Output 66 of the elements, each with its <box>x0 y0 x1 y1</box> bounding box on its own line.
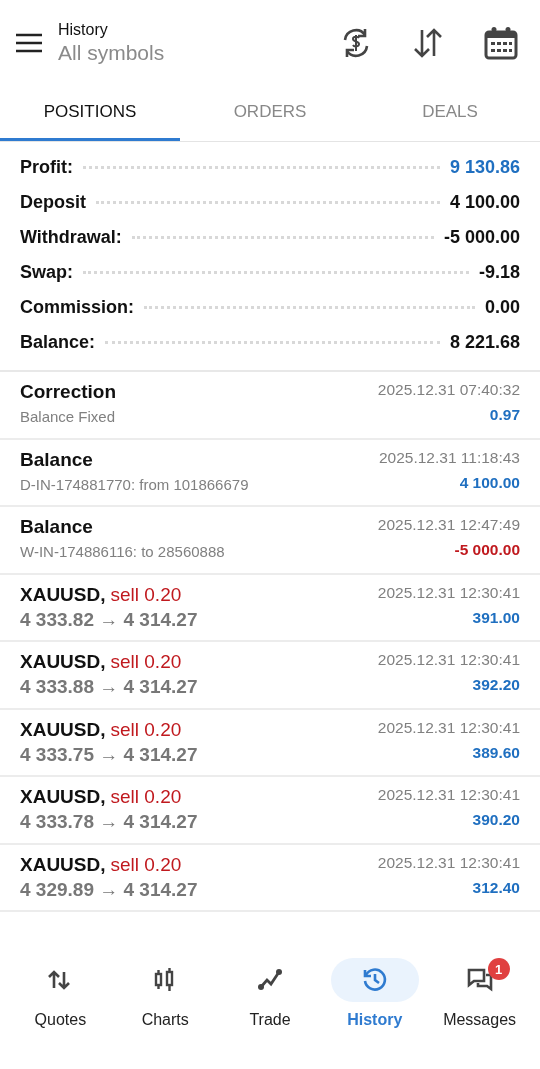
trade-side: sell 0.20 <box>110 786 182 808</box>
deal-type: Correction <box>20 381 117 403</box>
deal-time: 2025.12.31 12:30:41 <box>377 786 520 804</box>
summary-value: -9.18 <box>478 261 520 284</box>
summary-value: 0.00 <box>484 296 520 319</box>
summary-value: -5 000.00 <box>443 226 520 249</box>
deal-time: 2025.12.31 11:18:43 <box>378 448 520 467</box>
deal-amount: 4 100.00 <box>459 473 520 492</box>
summary-label: Swap: <box>20 261 73 284</box>
summary-label: Deposit <box>20 191 86 214</box>
deal-amount: 0.97 <box>489 406 520 424</box>
deal-comment: D-IN-174881770: from 101866679 <box>20 475 249 493</box>
menu-icon[interactable] <box>16 32 42 53</box>
sort-icon[interactable] <box>412 26 444 59</box>
screen-title: History <box>58 20 109 39</box>
tab[interactable]: POSITIONS <box>0 85 180 141</box>
trade-side: sell 0.20 <box>110 651 182 673</box>
deal-comment: Balance Fixed <box>20 408 117 425</box>
deal-amount: 390.20 <box>472 811 520 829</box>
nav-tab[interactable]: History <box>322 958 428 1069</box>
deal-comment: W-IN-174886116: to 28560888 <box>20 543 225 560</box>
nav-tab[interactable]: Quotes <box>8 958 113 1069</box>
price-range: 4 333.82 → 4 314.27 <box>20 608 198 631</box>
deal-amount: -5 000.00 <box>454 541 520 559</box>
summary-label: Profit: <box>20 156 73 179</box>
symbol-name: XAUUSD, <box>20 718 106 741</box>
summary-label: Balance: <box>20 331 96 354</box>
deal-amount: 392.20 <box>472 676 520 694</box>
deal-time: 2025.12.31 12:30:41 <box>377 853 520 872</box>
nav-tab[interactable]: 1 Messages <box>427 958 532 1069</box>
symbol-name: XAUUSD, <box>20 583 106 606</box>
summary-value: 9 130.86 <box>449 156 520 179</box>
deal-amount: 389.60 <box>472 743 520 762</box>
deal-time: 2025.12.31 12:30:41 <box>377 718 520 737</box>
symbol-filter[interactable]: All symbols <box>58 40 340 65</box>
summary-label: Commission: <box>20 296 134 319</box>
deal-type: Balance <box>20 448 94 471</box>
price-range: 4 333.78 → 4 314.27 <box>20 811 198 833</box>
tab[interactable]: DEALS <box>360 85 540 141</box>
notification-badge: 1 <box>487 958 510 980</box>
deal-time: 2025.12.31 12:30:41 <box>377 651 520 669</box>
nav-tab[interactable]: Charts <box>112 958 218 1069</box>
summary-label: Withdrawal: <box>20 226 122 249</box>
deal-type: Balance <box>20 516 94 538</box>
symbol-name: XAUUSD, <box>20 853 106 876</box>
calendar-icon[interactable] <box>484 25 518 60</box>
trade-side: sell 0.20 <box>110 853 182 876</box>
trade-side: sell 0.20 <box>110 718 182 741</box>
price-range: 4 329.89 → 4 314.27 <box>20 878 198 901</box>
deal-time: 2025.12.31 12:47:49 <box>377 516 520 534</box>
symbol-name: XAUUSD, <box>20 786 106 808</box>
deal-amount: 391.00 <box>472 608 520 627</box>
line-chart-icon <box>257 967 283 993</box>
deal-time: 2025.12.31 12:30:41 <box>377 583 520 602</box>
history-icon <box>361 967 388 993</box>
price-range: 4 333.75 → 4 314.27 <box>20 743 198 766</box>
nav-tab[interactable]: Trade <box>217 958 323 1069</box>
chat-icon <box>466 967 493 993</box>
symbol-name: XAUUSD, <box>20 651 106 673</box>
tab[interactable]: ORDERS <box>180 85 360 141</box>
price-range: 4 333.88 → 4 314.27 <box>20 676 198 698</box>
deal-amount: 312.40 <box>472 878 520 897</box>
summary-value: 8 221.68 <box>449 331 520 354</box>
summary-value: 4 100.00 <box>449 191 520 214</box>
deal-time: 2025.12.31 07:40:32 <box>377 381 520 399</box>
trade-side: sell 0.20 <box>110 583 182 606</box>
